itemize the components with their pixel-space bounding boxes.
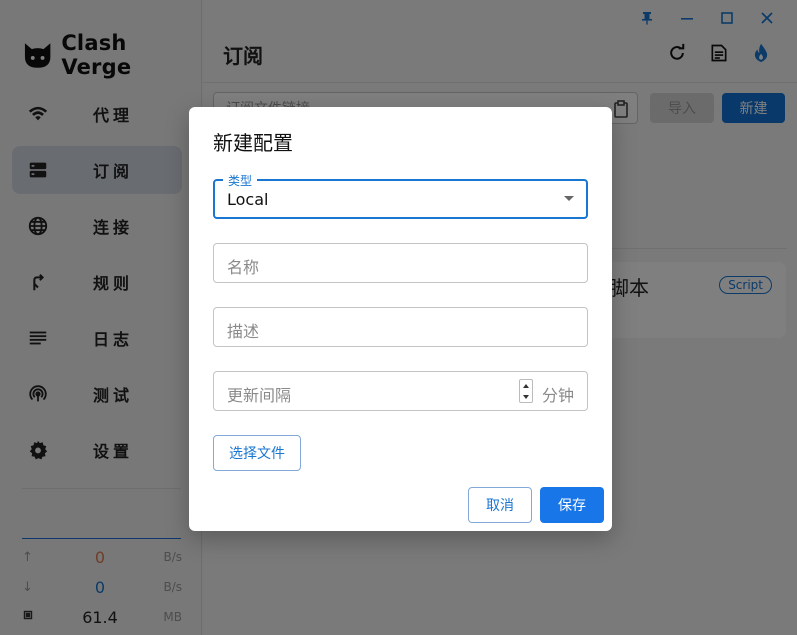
choose-file-button[interactable]: 选择文件 — [213, 435, 301, 471]
dropdown-arrow-icon — [564, 196, 574, 201]
type-select[interactable]: 类型 Local — [213, 172, 588, 219]
save-button[interactable]: 保存 — [540, 487, 604, 523]
interval-placeholder: 更新间隔 — [227, 386, 292, 405]
description-input[interactable]: 描述 — [213, 307, 588, 347]
type-label: 类型 — [223, 172, 258, 189]
name-input[interactable]: 名称 — [213, 243, 588, 283]
new-profile-dialog: 新建配置 类型 Local 名称 描述 更新间隔 分钟 选择文件 取消 保存 — [189, 107, 612, 531]
interval-unit: 分钟 — [541, 386, 574, 405]
stepper-up-icon[interactable] — [523, 383, 529, 388]
stepper-down-icon[interactable] — [523, 394, 529, 399]
name-placeholder: 名称 — [227, 258, 260, 277]
cancel-button[interactable]: 取消 — [468, 487, 532, 523]
update-interval-input[interactable]: 更新间隔 分钟 — [213, 371, 588, 411]
number-stepper[interactable] — [519, 379, 533, 403]
type-value: Local — [227, 190, 269, 209]
dialog-title: 新建配置 — [213, 131, 293, 155]
description-placeholder: 描述 — [227, 322, 260, 341]
